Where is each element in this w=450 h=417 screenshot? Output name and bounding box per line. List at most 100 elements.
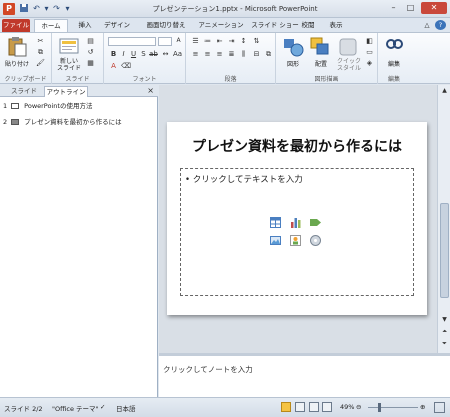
font-size-select[interactable] (158, 37, 172, 46)
tab-review[interactable]: 校閲 (298, 19, 318, 32)
numbering-icon[interactable]: ≔ (203, 37, 212, 45)
layout-icon[interactable]: ▤ (86, 37, 95, 45)
paste-button[interactable]: 貼り付け (1, 59, 33, 68)
scroll-down-icon[interactable]: ▼ (439, 315, 450, 324)
arrange-icon[interactable] (309, 36, 331, 58)
minimize-button[interactable]: – (386, 2, 401, 14)
align-left-icon[interactable]: ≡ (191, 50, 200, 58)
smartart-icon[interactable]: ⧉ (264, 50, 273, 58)
language-indicator[interactable]: 日本語 (116, 403, 136, 413)
insert-picture-icon[interactable] (270, 235, 281, 246)
notes-placeholder[interactable]: クリックしてノートを入力 (163, 364, 253, 375)
slide-canvas[interactable]: プレゼン資料を最初から作るには • クリックしてテキストを入力 (167, 122, 427, 315)
increase-indent-icon[interactable]: ⇥ (227, 37, 236, 45)
clear-format-icon[interactable]: ⌫ (121, 62, 131, 70)
help-icon[interactable]: ? (435, 20, 446, 30)
font-name-select[interactable] (108, 37, 156, 46)
align-right-icon[interactable]: ≡ (215, 50, 224, 58)
redo-icon[interactable]: ↷ (51, 3, 62, 14)
tab-animations[interactable]: アニメーション (195, 19, 247, 32)
zoom-in-icon[interactable]: ⊕ (420, 403, 425, 411)
shadow-icon[interactable]: S (139, 50, 148, 58)
slide-title[interactable]: プレゼン資料を最初から作るには (167, 136, 427, 156)
tab-file[interactable]: ファイル (2, 19, 30, 32)
scroll-up-icon[interactable]: ▲ (439, 86, 450, 95)
tab-view[interactable]: 表示 (325, 19, 347, 32)
text-direction-icon[interactable]: ⇅ (252, 37, 261, 45)
reset-icon[interactable]: ↺ (86, 48, 95, 56)
paste-icon[interactable] (6, 36, 28, 58)
char-spacing-icon[interactable]: ↔ (161, 50, 170, 58)
change-case-icon[interactable]: Aa (173, 50, 182, 58)
outline-item[interactable]: 2 プレゼン資料を最初から作るには (3, 117, 122, 128)
powerpoint-app-icon[interactable]: P (3, 3, 15, 15)
slideshow-view-icon[interactable] (322, 402, 332, 412)
decrease-indent-icon[interactable]: ⇤ (215, 37, 224, 45)
new-slide-button[interactable]: 新しい スライド (54, 58, 84, 72)
align-text-icon[interactable]: ⊟ (252, 50, 261, 58)
spellcheck-icon[interactable]: ✓ (100, 403, 105, 411)
fit-to-window-icon[interactable] (434, 402, 445, 413)
outline-item[interactable]: 1 PowerPointの使用方法 (3, 101, 92, 112)
minimize-ribbon-icon[interactable]: △ (422, 19, 432, 32)
insert-media-icon[interactable] (310, 235, 321, 246)
shape-outline-icon[interactable]: ▭ (365, 48, 374, 56)
justify-icon[interactable]: ≣ (227, 50, 236, 58)
align-center-icon[interactable]: ≡ (203, 50, 212, 58)
insert-clipart-icon[interactable] (290, 235, 301, 246)
tab-slideshow[interactable]: スライド ショー (249, 19, 301, 32)
insert-table-icon[interactable] (270, 217, 281, 228)
shape-effects-icon[interactable]: ◈ (365, 59, 374, 67)
strikethrough-icon[interactable]: ab (149, 50, 158, 58)
shapes-button[interactable]: 図形 (280, 59, 306, 68)
columns-icon[interactable]: ⫼ (239, 50, 248, 58)
close-button[interactable]: ✕ (421, 2, 447, 14)
section-icon[interactable]: ▦ (86, 59, 95, 67)
scrollbar-thumb[interactable] (440, 203, 449, 298)
zoom-out-icon[interactable]: ⊖ (356, 403, 361, 411)
normal-view-icon[interactable] (281, 402, 291, 412)
zoom-slider-thumb[interactable] (378, 403, 381, 412)
vertical-scrollbar[interactable]: ▲ ▼ ⏶ ⏷ (437, 85, 450, 353)
maximize-button[interactable]: □ (403, 2, 418, 14)
previous-slide-icon[interactable]: ⏶ (439, 327, 450, 336)
shapes-icon[interactable] (282, 36, 304, 58)
zoom-level[interactable]: 49% (340, 403, 354, 411)
copy-icon[interactable]: ⧉ (36, 48, 45, 56)
next-slide-icon[interactable]: ⏷ (439, 339, 450, 348)
save-icon[interactable] (18, 3, 29, 14)
theme-name[interactable]: "Office テーマ" (52, 403, 99, 413)
tab-slides[interactable]: スライド (4, 86, 44, 97)
reading-view-icon[interactable] (309, 402, 319, 412)
notes-pane[interactable]: クリックしてノートを入力 (159, 353, 450, 397)
cut-icon[interactable]: ✂ (36, 37, 45, 45)
customize-qat-icon[interactable]: ▾ (62, 3, 73, 14)
grow-font-icon[interactable]: A (174, 37, 183, 45)
underline-icon[interactable]: U (129, 50, 138, 58)
tab-design[interactable]: デザイン (100, 19, 134, 32)
close-pane-icon[interactable]: × (147, 86, 154, 96)
bold-icon[interactable]: B (109, 50, 118, 58)
new-slide-icon[interactable] (58, 36, 80, 58)
editing-button[interactable]: 編集 (380, 59, 408, 68)
tab-home[interactable]: ホーム (34, 19, 68, 32)
tab-transitions[interactable]: 画面切り替え (140, 19, 192, 32)
line-spacing-icon[interactable]: ↕ (239, 37, 248, 45)
italic-icon[interactable]: I (119, 50, 128, 58)
format-painter-icon[interactable]: 🖌 (36, 59, 45, 67)
tab-insert[interactable]: 挿入 (74, 19, 96, 32)
insert-smartart-icon[interactable] (310, 217, 321, 228)
find-icon[interactable] (383, 36, 405, 58)
font-color-icon[interactable]: A (109, 62, 118, 70)
content-placeholder[interactable]: • クリックしてテキストを入力 (180, 168, 414, 296)
tab-outline[interactable]: アウトライン (44, 86, 88, 97)
quick-styles-icon[interactable] (337, 36, 359, 58)
bullets-icon[interactable]: ☰ (191, 37, 200, 45)
insert-chart-icon[interactable] (290, 217, 301, 228)
content-placeholder-text[interactable]: • クリックしてテキストを入力 (185, 173, 303, 185)
arrange-button[interactable]: 配置 (308, 59, 334, 68)
quick-styles-button[interactable]: クイック スタイル (334, 58, 364, 72)
slide-sorter-icon[interactable] (295, 402, 305, 412)
shape-fill-icon[interactable]: ◧ (365, 37, 374, 45)
zoom-slider[interactable] (368, 407, 418, 408)
